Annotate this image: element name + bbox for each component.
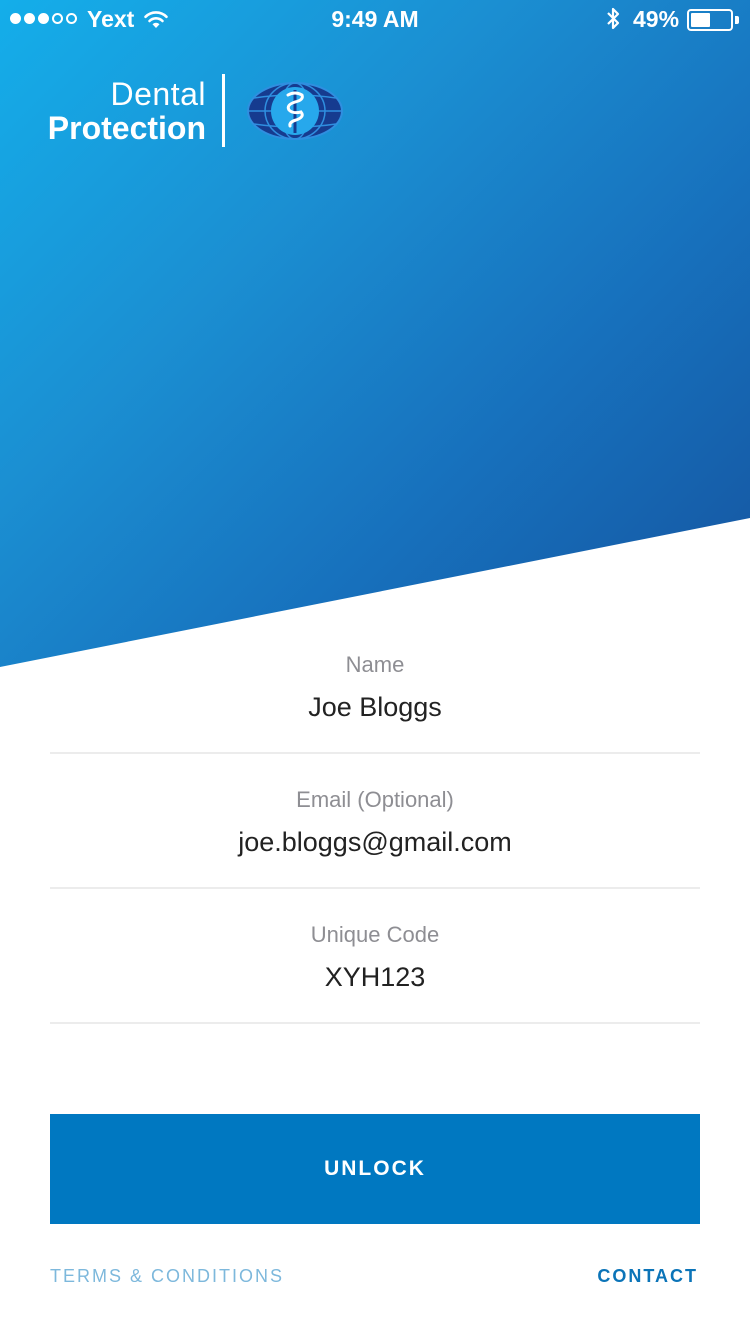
bluetooth-icon [604, 6, 622, 38]
code-label: Unique Code [310, 922, 440, 947]
status-bar: Yext 9:49 AM 49% [0, 0, 750, 40]
terms-conditions-link[interactable]: TERMS & CONDITIONS [50, 1266, 284, 1287]
contact-link[interactable]: CONTACT [597, 1266, 698, 1287]
unlock-button[interactable]: UNLOCK [50, 1114, 700, 1224]
logo-divider [222, 74, 225, 147]
logo-line-1: Dental [110, 76, 206, 112]
battery-nub [735, 16, 739, 24]
field-divider [50, 1022, 700, 1024]
name-label: Name [345, 652, 405, 677]
email-input[interactable]: joe.bloggs@gmail.com [50, 827, 700, 858]
code-field[interactable]: Unique Code XYH123 [50, 922, 700, 993]
battery-icon [687, 9, 733, 31]
code-input[interactable]: XYH123 [50, 962, 700, 993]
logo-wordmark: Dental Protection [38, 78, 206, 144]
logo-line-2: Protection [47, 110, 206, 146]
name-field[interactable]: Name Joe Bloggs [50, 652, 700, 723]
name-input[interactable]: Joe Bloggs [50, 692, 700, 723]
email-label: Email (Optional) [296, 787, 454, 812]
globe-caduceus-icon [246, 81, 344, 146]
email-field[interactable]: Email (Optional) joe.bloggs@gmail.com [50, 787, 700, 858]
field-divider [50, 752, 700, 754]
battery-percent: 49% [633, 6, 680, 32]
battery-fill [691, 13, 710, 27]
field-divider [50, 887, 700, 889]
